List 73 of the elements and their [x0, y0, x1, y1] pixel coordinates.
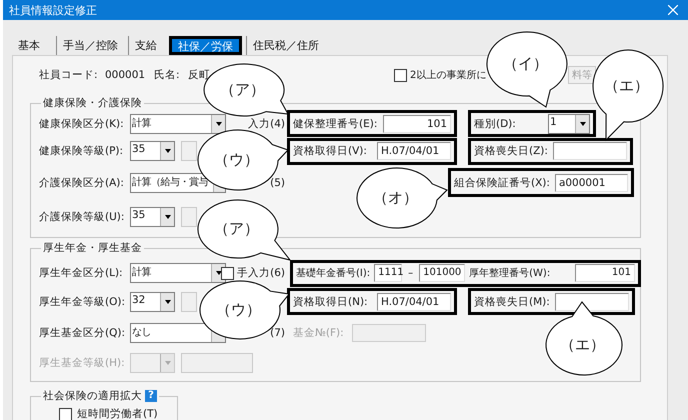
input-field[interactable]: H.07/04/01 [377, 142, 451, 160]
checkbox[interactable] [394, 68, 407, 82]
input-field[interactable] [554, 292, 629, 310]
input-field[interactable]: 101 [383, 114, 451, 132]
input-field[interactable]: a000001 [554, 174, 628, 192]
callout-label: （エ） [560, 336, 606, 354]
callout-label: （ア） [220, 80, 266, 100]
combo-box[interactable]: 計算 [130, 114, 226, 134]
caret-icon [164, 214, 170, 218]
field-label: 資格取得日(V): [293, 144, 367, 158]
window-title: 社員情報設定修正 [9, 2, 97, 18]
callout-label: （ア） [214, 220, 260, 238]
field-label: 社員コード: [39, 68, 99, 82]
combo-box[interactable]: 35 [130, 141, 175, 161]
field-value: 000001 [105, 69, 146, 81]
field-label: 厚年整理番号(W): [469, 266, 550, 280]
field-label: 組合保険証番号(X): [454, 176, 550, 190]
checkbox-label[interactable]: 短時間労働者(T) [77, 407, 158, 420]
field-label: 厚生年金区分(L): [39, 266, 124, 280]
checkbox[interactable] [59, 408, 72, 420]
input-field[interactable] [552, 142, 627, 160]
readonly-field [181, 141, 197, 161]
group-title: 健康保険・介護保険 [43, 96, 142, 110]
field-label: 健康保険等級(P): [39, 144, 124, 158]
field-label: 氏名: [154, 68, 181, 82]
field-label: (5) [270, 176, 285, 188]
readonly-field [181, 292, 197, 312]
group-title: 社会保険の適用拡大 [43, 389, 142, 403]
callout-label: （エ） [604, 76, 650, 96]
checkbox-label[interactable]: 手入力(6) [237, 266, 285, 280]
field-label: (7) [270, 326, 285, 338]
close-icon[interactable] [668, 5, 678, 15]
input-field[interactable]: 1111 [374, 264, 402, 282]
caret-icon [164, 300, 170, 304]
field-label: 基金№(F): [293, 326, 344, 340]
field-label: 介護保険等級(U): [39, 210, 126, 224]
group-title: 厚生年金・厚生基金 [43, 241, 142, 255]
field-label: 介護保険区分(A): [39, 176, 125, 190]
field-label: 資格喪失日(Z): [474, 144, 548, 158]
field-label: 厚生基金区分(Q): [39, 326, 126, 340]
combo-box[interactable]: 1 [548, 114, 590, 134]
field-label: 基礎年金番号(I): [296, 266, 370, 280]
field-value: 反町 [188, 68, 210, 82]
checkbox-label[interactable]: 2以上の事業所に [410, 68, 486, 82]
field-label: 資格取得日(N): [293, 294, 368, 308]
readonly-field [181, 206, 197, 226]
callout-label: （イ） [503, 54, 548, 74]
help-icon[interactable]: ? [145, 390, 157, 402]
caret-icon [216, 122, 222, 126]
tab[interactable]: 基本 [14, 36, 52, 55]
callout-label: （ウ） [216, 300, 262, 320]
input-field[interactable]: H.07/04/01 [377, 292, 451, 310]
caret-icon [164, 149, 170, 153]
tab[interactable]: 社保／労保 [169, 36, 242, 55]
combo-box[interactable]: 35 [130, 206, 175, 226]
checkbox[interactable] [221, 266, 234, 280]
field-label: 種別(D): [474, 116, 516, 130]
dash-label: – [407, 268, 414, 278]
field-label: 入力(4) [248, 116, 285, 130]
combo-box[interactable]: 32 [130, 292, 175, 312]
readonly-field [181, 353, 253, 373]
field-label: 健保整理番号(E): [293, 116, 378, 130]
field-label: 健康保険区分(K): [39, 116, 125, 130]
input-field[interactable]: 101000 [419, 264, 466, 282]
caret-icon [164, 361, 170, 365]
input-field[interactable]: 101 [575, 264, 635, 282]
combo-box[interactable]: 計算 [130, 263, 226, 283]
callout-label: （オ） [373, 188, 418, 208]
caret-icon [580, 122, 586, 126]
field-label: 厚生年金等級(O): [39, 294, 126, 308]
field-label: 資格喪失日(M): [474, 294, 550, 308]
field-label: 厚生基金等級(H): [39, 356, 126, 370]
callout-label: （ウ） [214, 150, 260, 170]
